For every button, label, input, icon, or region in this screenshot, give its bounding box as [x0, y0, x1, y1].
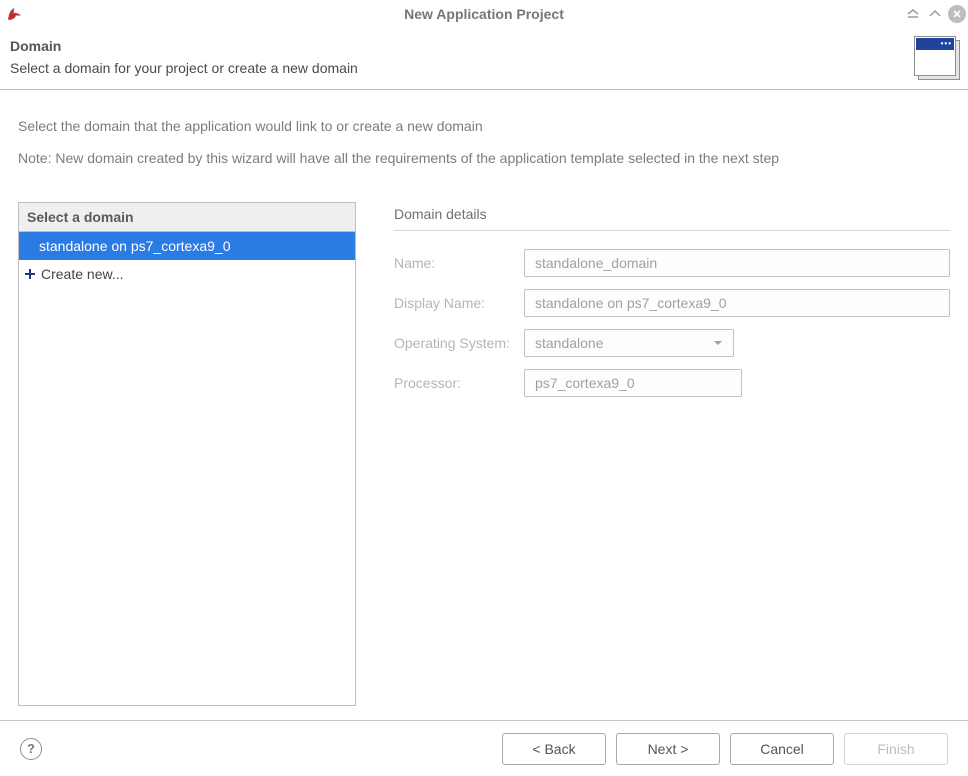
label-processor: Processor:: [394, 375, 524, 391]
domain-listbox[interactable]: standalone on ps7_cortexa9_0 Create new.…: [18, 231, 356, 706]
domain-item-standalone[interactable]: standalone on ps7_cortexa9_0: [19, 232, 355, 260]
plus-icon: [23, 267, 37, 281]
chevron-down-icon: [713, 335, 723, 351]
app-icon: [6, 5, 28, 23]
label-os: Operating System:: [394, 335, 524, 351]
next-button-label: Next >: [648, 741, 689, 757]
cancel-button[interactable]: Cancel: [730, 733, 834, 765]
details-form: Name: Display Name: Operating System: st…: [394, 249, 950, 397]
help-button[interactable]: ?: [20, 738, 42, 760]
domain-list-column: Select a domain standalone on ps7_cortex…: [18, 202, 356, 706]
titlebar: New Application Project: [0, 0, 968, 28]
back-button-label: < Back: [532, 741, 575, 757]
window-controls: [904, 5, 968, 23]
intro-line1: Select the domain that the application w…: [18, 118, 950, 134]
domain-list-header: Select a domain: [18, 202, 356, 231]
details-separator: [394, 230, 950, 231]
next-button[interactable]: Next >: [616, 733, 720, 765]
domain-item-create-new[interactable]: Create new...: [19, 260, 355, 288]
help-icon: ?: [27, 741, 35, 756]
back-button[interactable]: < Back: [502, 733, 606, 765]
content-area: Select a domain standalone on ps7_cortex…: [0, 202, 968, 706]
input-name: [524, 249, 950, 277]
finish-button-label: Finish: [877, 741, 914, 757]
wizard-button-bar: ? < Back Next > Cancel Finish: [0, 720, 968, 776]
select-os-value: standalone: [535, 335, 604, 351]
domain-item-label: standalone on ps7_cortexa9_0: [39, 238, 230, 254]
input-display-name: [524, 289, 950, 317]
close-icon[interactable]: [948, 5, 966, 23]
intro-text: Select the domain that the application w…: [0, 90, 968, 202]
select-os: standalone: [524, 329, 734, 357]
domain-create-new-label: Create new...: [41, 266, 124, 282]
banner-subtitle: Select a domain for your project or crea…: [10, 60, 900, 76]
details-title: Domain details: [394, 206, 950, 222]
cancel-button-label: Cancel: [760, 741, 804, 757]
input-processor: [524, 369, 742, 397]
domain-details-column: Domain details Name: Display Name: Opera…: [394, 202, 950, 706]
window-title: New Application Project: [0, 6, 968, 22]
maximize-icon[interactable]: [926, 5, 944, 23]
banner-icon: •••: [910, 28, 968, 89]
label-display-name: Display Name:: [394, 295, 524, 311]
banner-title: Domain: [10, 38, 900, 54]
intro-line2: Note: New domain created by this wizard …: [18, 150, 950, 166]
wizard-banner: Domain Select a domain for your project …: [0, 28, 968, 90]
label-name: Name:: [394, 255, 524, 271]
finish-button: Finish: [844, 733, 948, 765]
minimize-icon[interactable]: [904, 5, 922, 23]
